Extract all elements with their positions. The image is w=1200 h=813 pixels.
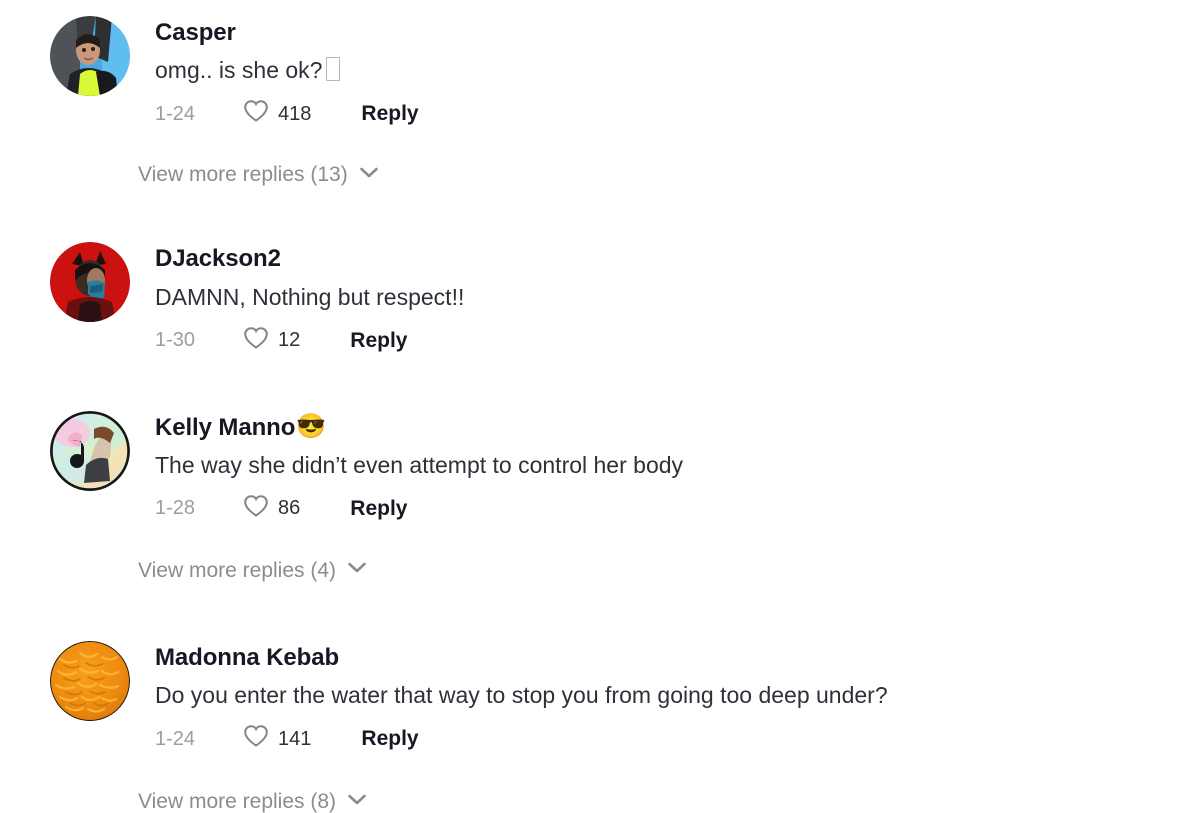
heart-outline-icon <box>243 494 269 523</box>
comment-date: 1-28 <box>155 497 196 520</box>
username-emoji: 😎 <box>296 413 327 441</box>
view-more-replies-button[interactable]: View more replies (4) <box>0 560 1200 581</box>
avatar[interactable] <box>50 640 130 721</box>
reply-button[interactable]: Reply <box>350 330 407 351</box>
comment-username-text: DJackson2 <box>155 245 281 273</box>
reply-button[interactable]: Reply <box>361 728 418 749</box>
comment-meta-row: 1-24 141 Reply <box>155 724 1200 753</box>
view-more-replies-button[interactable]: View more replies (13) <box>0 164 1200 185</box>
comment-item: DJackson2 DAMNN, Nothing but respect!! 1… <box>0 226 1200 354</box>
chevron-down-icon <box>347 561 367 579</box>
heart-outline-icon <box>243 724 269 753</box>
comment-item: Casper omg.. is she ok? 1-24 418 Reply <box>0 0 1200 128</box>
comment-meta-row: 1-28 86 Reply <box>155 494 1200 523</box>
comment-username-text: Kelly Manno <box>155 413 296 441</box>
comment-date: 1-24 <box>155 727 196 750</box>
comment-username[interactable]: Casper <box>155 18 1200 47</box>
comment-username[interactable]: DJackson2 <box>155 244 1200 273</box>
chevron-down-icon <box>347 793 367 811</box>
comment-date: 1-30 <box>155 329 196 352</box>
view-more-replies-button[interactable]: View more replies (8) <box>0 791 1200 812</box>
avatar[interactable] <box>50 242 130 323</box>
avatar[interactable] <box>50 16 130 96</box>
comment-content: Kelly Manno 😎 The way she didn’t even at… <box>130 395 1200 523</box>
comment-username-text: Madonna Kebab <box>155 643 340 671</box>
view-more-replies-label: View more replies (4) <box>138 558 337 582</box>
comment-text: The way she didn’t even attempt to contr… <box>155 451 684 478</box>
avatar[interactable] <box>50 410 130 491</box>
comment-username-text: Casper <box>155 19 236 46</box>
like-button[interactable]: 86 <box>243 494 300 523</box>
comment-text: omg.. is she ok? <box>155 55 1200 86</box>
comment-thread: Casper omg.. is she ok? 1-24 418 Reply V… <box>0 0 1200 812</box>
comment-text: Do you enter the water that way to stop … <box>155 682 888 709</box>
heart-outline-icon <box>243 99 269 128</box>
like-count: 86 <box>278 497 301 520</box>
like-button[interactable]: 12 <box>243 326 300 355</box>
avatar-kelly-manno-image <box>50 410 130 491</box>
comment-username[interactable]: Madonna Kebab <box>155 643 1200 672</box>
comment-text: DAMNN, Nothing but respect!! <box>155 283 465 310</box>
like-count: 12 <box>278 329 301 352</box>
like-count: 141 <box>278 727 312 750</box>
comment-text-body: omg.. is she ok? <box>155 57 323 84</box>
comment-item: Madonna Kebab Do you enter the water tha… <box>0 625 1200 753</box>
comment-username[interactable]: Kelly Manno 😎 <box>155 413 1200 442</box>
missing-glyph-icon <box>326 57 341 82</box>
heart-outline-icon <box>243 326 269 355</box>
avatar-madonna-kebab-image <box>50 640 130 721</box>
reply-button[interactable]: Reply <box>361 103 418 124</box>
reply-button[interactable]: Reply <box>350 498 407 519</box>
chevron-down-icon <box>359 166 379 184</box>
avatar-casper-image <box>50 16 130 96</box>
comment-meta-row: 1-30 12 Reply <box>155 326 1200 355</box>
comment-content: DJackson2 DAMNN, Nothing but respect!! 1… <box>130 226 1200 354</box>
like-button[interactable]: 418 <box>243 99 311 128</box>
comment-date: 1-24 <box>155 102 196 125</box>
comment-meta-row: 1-24 418 Reply <box>155 99 1200 128</box>
avatar-djackson2-image <box>50 242 130 323</box>
like-button[interactable]: 141 <box>243 724 311 753</box>
like-count: 418 <box>278 102 312 125</box>
comment-content: Madonna Kebab Do you enter the water tha… <box>130 625 1200 753</box>
view-more-replies-label: View more replies (13) <box>138 163 348 187</box>
comment-content: Casper omg.. is she ok? 1-24 418 Reply <box>130 0 1200 128</box>
comment-item: Kelly Manno 😎 The way she didn’t even at… <box>0 395 1200 523</box>
view-more-replies-label: View more replies (8) <box>138 790 337 813</box>
